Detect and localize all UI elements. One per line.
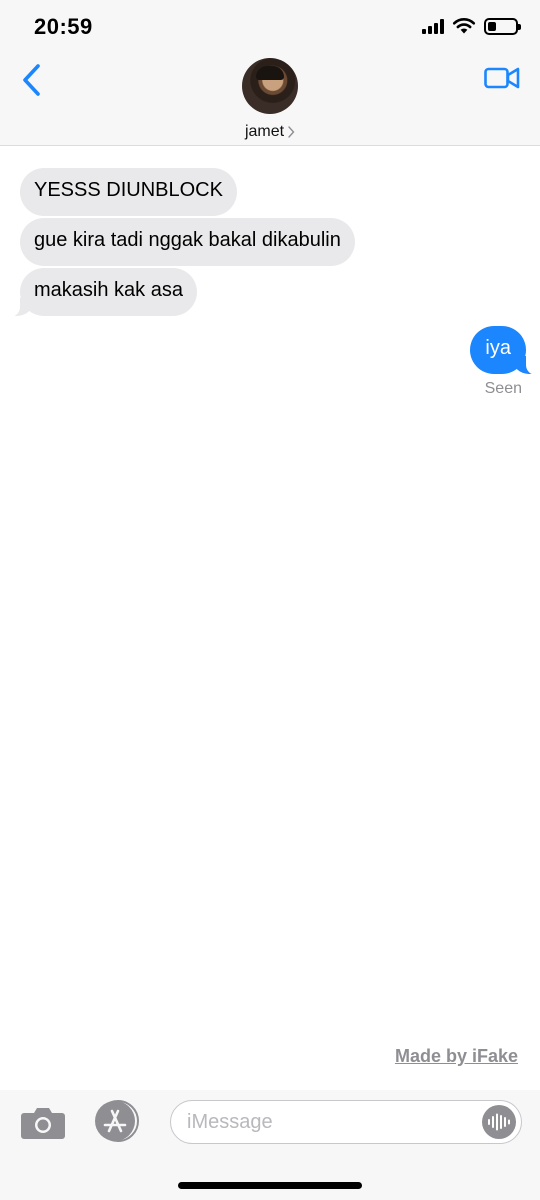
message-bubble-outgoing[interactable]: iya	[470, 326, 540, 375]
wifi-icon	[452, 18, 476, 34]
message-bubble-incoming[interactable]: makasih kak asa	[6, 268, 197, 317]
video-camera-icon[interactable]	[484, 64, 520, 92]
status-bar: 20:59	[0, 0, 540, 56]
messages-screen: 20:59 jamet YESSS DIUNBLOCK gue kira tad…	[0, 0, 540, 1200]
watermark: Made by iFake	[394, 1046, 518, 1066]
contact-button[interactable]: jamet	[0, 56, 540, 141]
message-bubble-incoming[interactable]: gue kira tadi nggak bakal dikabulin	[20, 218, 355, 266]
avatar	[242, 58, 298, 114]
message-input[interactable]: iMessage	[170, 1100, 522, 1144]
home-indicator[interactable]	[178, 1182, 362, 1189]
message-text: iya	[485, 337, 511, 359]
status-icons	[422, 17, 521, 35]
message-text: makasih kak asa	[34, 279, 183, 301]
message-input-placeholder: iMessage	[187, 1111, 273, 1133]
contact-name-row: jamet	[245, 123, 295, 141]
app-store-icon[interactable]	[92, 1100, 142, 1142]
message-bubble-incoming[interactable]: YESSS DIUNBLOCK	[20, 168, 237, 216]
read-receipt: Seen	[484, 380, 522, 397]
audio-waveform-icon[interactable]	[482, 1105, 516, 1139]
header-bar: jamet	[0, 56, 540, 146]
camera-icon[interactable]	[20, 1104, 66, 1140]
chevron-right-icon	[288, 126, 295, 138]
conversation-header: 20:59 jamet	[0, 0, 540, 146]
battery-level	[488, 21, 496, 31]
signal-icon	[422, 18, 444, 34]
battery-icon	[484, 17, 521, 35]
status-time: 20:59	[34, 14, 93, 39]
message-text: YESSS DIUNBLOCK	[34, 179, 223, 201]
message-text: gue kira tadi nggak bakal dikabulin	[34, 229, 341, 251]
contact-name: jamet	[244, 123, 285, 140]
